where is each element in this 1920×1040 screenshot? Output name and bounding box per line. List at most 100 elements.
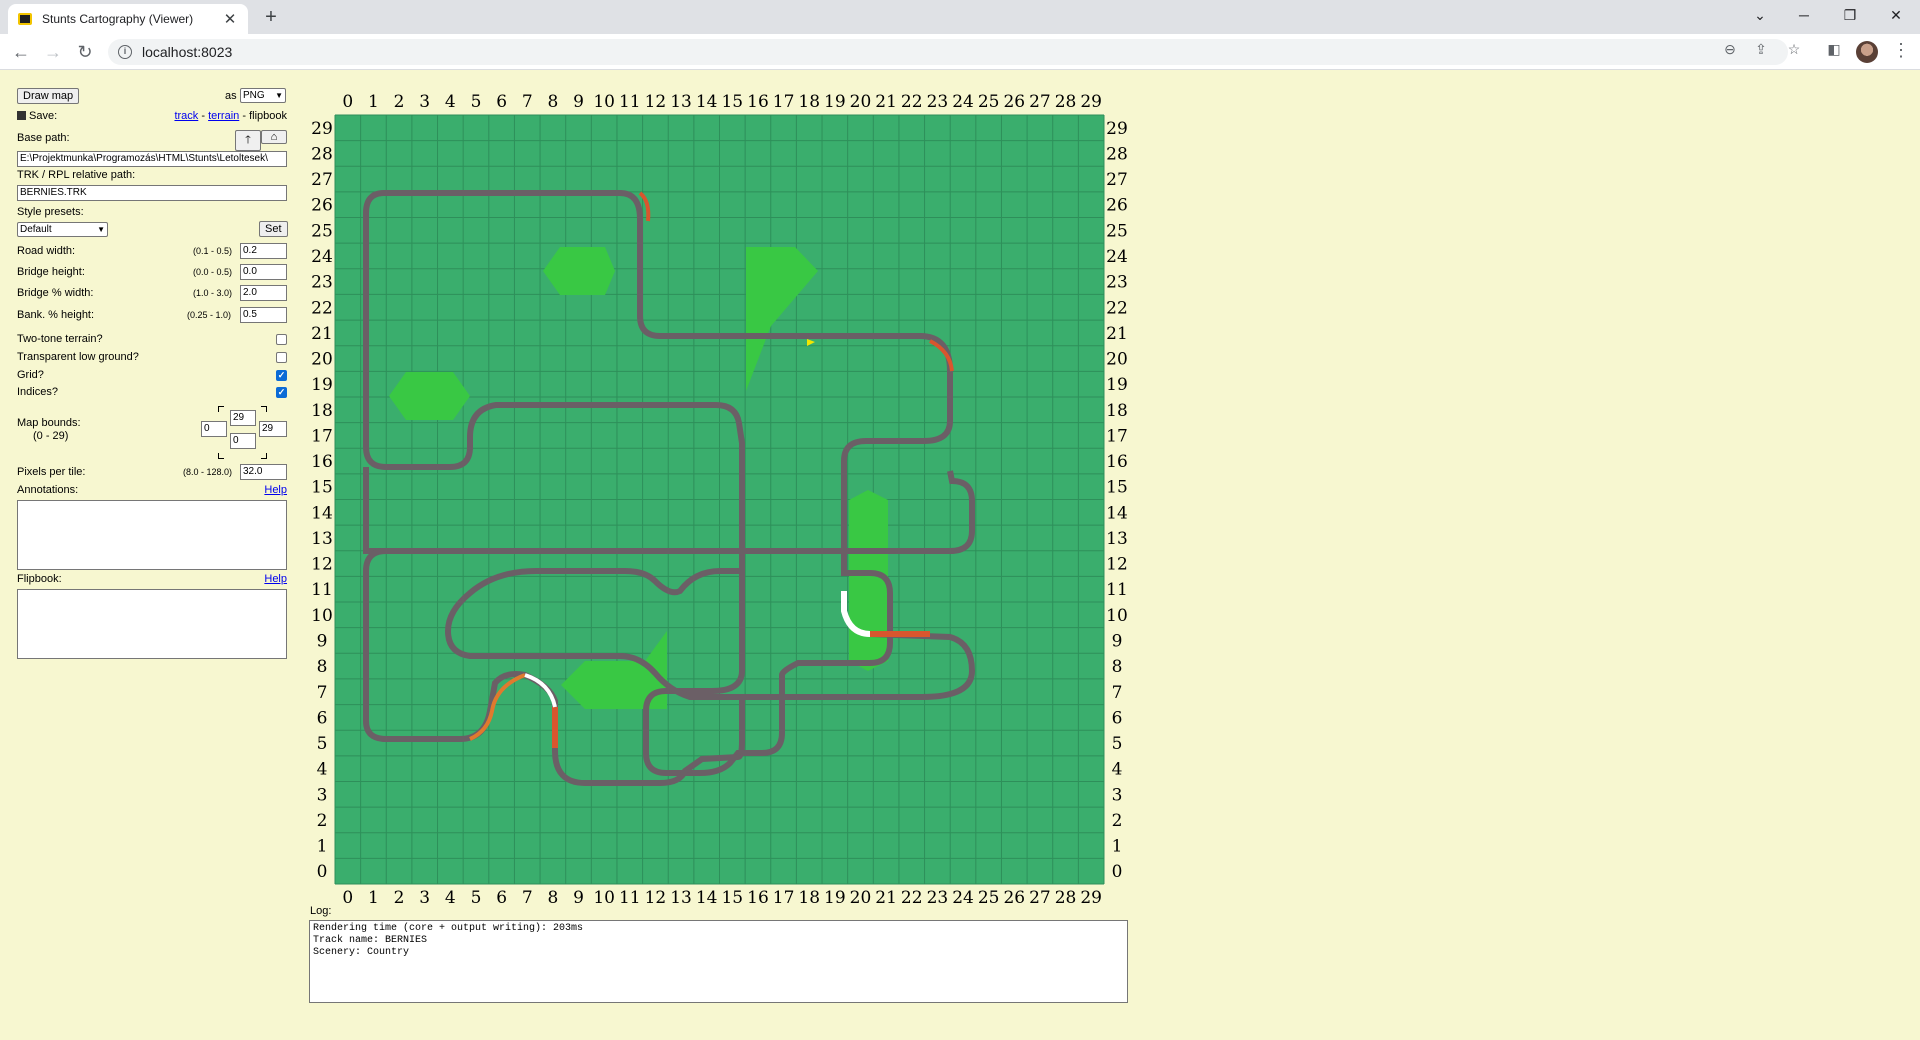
road-width-label: Road width: bbox=[17, 245, 76, 257]
axis-index-label: 2 bbox=[1112, 811, 1123, 831]
grid-checkbox[interactable]: ✓ bbox=[276, 370, 287, 381]
axis-index-label: 9 bbox=[573, 888, 584, 904]
axis-index-label: 12 bbox=[645, 888, 667, 904]
axis-index-label: 21 bbox=[875, 888, 897, 904]
axis-index-label: 17 bbox=[1106, 426, 1128, 446]
bound-left-input[interactable]: 0 bbox=[201, 421, 227, 437]
bound-top-input[interactable]: 29 bbox=[230, 410, 256, 426]
bound-right-input[interactable]: 29 bbox=[259, 421, 287, 437]
tab-search-icon[interactable]: ⌄ bbox=[1740, 4, 1780, 26]
axis-index-label: 2 bbox=[394, 888, 405, 904]
axis-index-label: 26 bbox=[1003, 92, 1025, 112]
address-bar[interactable]: i localhost:8023 bbox=[108, 39, 1788, 65]
share-icon[interactable]: ⇪ bbox=[1751, 41, 1771, 58]
axis-index-label: 23 bbox=[927, 888, 949, 904]
set-button[interactable]: Set bbox=[259, 221, 288, 237]
browser-menu-icon[interactable]: ⋮ bbox=[1892, 40, 1910, 61]
axis-index-label: 19 bbox=[311, 375, 333, 395]
trk-path-label: TRK / RPL relative path: bbox=[17, 169, 136, 181]
log-label: Log: bbox=[310, 905, 332, 917]
save-text: Save: bbox=[29, 110, 58, 122]
axis-index-label: 23 bbox=[927, 92, 949, 112]
style-preset-select[interactable]: Default ▼ bbox=[17, 222, 108, 237]
trk-path-input[interactable]: BERNIES.TRK bbox=[17, 185, 287, 201]
log-textarea[interactable]: Rendering time (core + output writing): … bbox=[309, 920, 1128, 1003]
up-arrow-button[interactable]: 🡑 bbox=[235, 130, 261, 151]
profile-avatar[interactable] bbox=[1856, 41, 1878, 63]
site-info-icon[interactable]: i bbox=[118, 45, 132, 59]
axis-index-label: 19 bbox=[1106, 375, 1128, 395]
track-map-canvas[interactable]: 0 1 2 3 4 5 6 7 8 9 10 11 12 13 14 15 16 17 18 19 20 21 22 23 24… bbox=[310, 71, 1130, 908]
style-presets-label: Style presets: bbox=[17, 206, 84, 218]
side-panel-icon[interactable]: ◧ bbox=[1824, 41, 1844, 58]
axis-index-label: 8 bbox=[1112, 657, 1123, 677]
axis-index-label: 6 bbox=[496, 888, 507, 904]
axis-index-label: 18 bbox=[798, 92, 820, 112]
save-label: Save: bbox=[17, 110, 57, 122]
pixels-per-tile-input[interactable]: 32.0 bbox=[240, 464, 287, 480]
forward-icon[interactable]: → bbox=[42, 41, 64, 63]
bridge-width-input[interactable]: 2.0 bbox=[240, 285, 287, 301]
save-track-link[interactable]: track bbox=[174, 110, 198, 122]
axis-index-label: 26 bbox=[311, 196, 333, 216]
bank-height-input[interactable]: 0.5 bbox=[240, 307, 287, 323]
bookmark-star-icon[interactable]: ☆ bbox=[1784, 41, 1804, 58]
base-path-input[interactable]: E:\Projektmunka\Programozás\HTML\Stunts\… bbox=[17, 151, 287, 167]
draw-map-button[interactable]: Draw map bbox=[17, 88, 80, 104]
axis-index-label: 3 bbox=[419, 888, 430, 904]
save-terrain-link[interactable]: terrain bbox=[208, 110, 239, 122]
indices-checkbox[interactable]: ✓ bbox=[276, 387, 287, 398]
bound-bottom-input[interactable]: 0 bbox=[230, 433, 256, 449]
annotations-textarea[interactable] bbox=[17, 500, 287, 570]
axis-index-label: 26 bbox=[1106, 196, 1128, 216]
back-icon[interactable]: ← bbox=[10, 41, 32, 63]
axis-index-label: 12 bbox=[311, 555, 333, 575]
hill bbox=[389, 372, 470, 420]
as-label: as bbox=[225, 90, 237, 102]
axis-index-label: 29 bbox=[1080, 92, 1102, 112]
axis-index-label: 22 bbox=[901, 92, 923, 112]
bridge-height-input[interactable]: 0.0 bbox=[240, 264, 287, 280]
flipbook-textarea[interactable] bbox=[17, 589, 287, 659]
axis-index-label: 22 bbox=[1106, 298, 1128, 318]
axis-index-label: 3 bbox=[1112, 785, 1123, 805]
format-value: PNG bbox=[243, 90, 265, 101]
dropdown-arrow-icon: ▼ bbox=[275, 91, 283, 100]
page-content: Draw map as PNG ▼ Save: track - terrain -… bbox=[0, 71, 1920, 1040]
bounds-corner-tl bbox=[218, 406, 224, 412]
axis-index-label: 21 bbox=[311, 324, 333, 344]
axis-index-label: 1 bbox=[317, 837, 328, 857]
browser-tab[interactable]: Stunts Cartography (Viewer) ✕ bbox=[8, 4, 248, 34]
two-tone-checkbox[interactable] bbox=[276, 334, 287, 345]
axis-index-label: 20 bbox=[311, 350, 333, 370]
axis-index-label: 29 bbox=[1080, 888, 1102, 904]
axis-index-label: 17 bbox=[773, 888, 795, 904]
axis-index-label: 14 bbox=[696, 92, 718, 112]
axis-index-label: 4 bbox=[1112, 760, 1123, 780]
home-button[interactable]: ⌂ bbox=[261, 130, 287, 144]
axis-index-label: 20 bbox=[850, 92, 872, 112]
axis-index-label: 5 bbox=[317, 734, 328, 754]
zoom-icon[interactable]: ⊖ bbox=[1720, 41, 1740, 58]
restore-icon[interactable]: ❐ bbox=[1830, 4, 1870, 26]
flipbook-help-link[interactable]: Help bbox=[264, 573, 287, 585]
reload-icon[interactable]: ↻ bbox=[74, 41, 96, 63]
transparent-low-ground-checkbox[interactable] bbox=[276, 352, 287, 363]
axis-index-label: 6 bbox=[1112, 708, 1123, 728]
save-separator: - bbox=[242, 110, 247, 122]
new-tab-button[interactable]: + bbox=[260, 6, 282, 29]
axis-index-label: 28 bbox=[1106, 144, 1128, 164]
axis-index-label: 13 bbox=[1106, 529, 1128, 549]
format-select[interactable]: PNG ▼ bbox=[240, 88, 286, 103]
road-width-input[interactable]: 0.2 bbox=[240, 243, 287, 259]
save-flipbook-label: flipbook bbox=[249, 110, 287, 122]
axis-index-label: 4 bbox=[445, 888, 456, 904]
minimize-icon[interactable]: ─ bbox=[1784, 4, 1824, 26]
axis-index-label: 18 bbox=[311, 401, 333, 421]
annotations-help-link[interactable]: Help bbox=[264, 484, 287, 496]
close-tab-icon[interactable]: ✕ bbox=[222, 10, 238, 28]
axis-index-label: 9 bbox=[317, 631, 328, 651]
axis-index-label: 24 bbox=[952, 92, 974, 112]
window-close-icon[interactable]: ✕ bbox=[1876, 4, 1916, 26]
axis-index-label: 27 bbox=[1029, 92, 1051, 112]
